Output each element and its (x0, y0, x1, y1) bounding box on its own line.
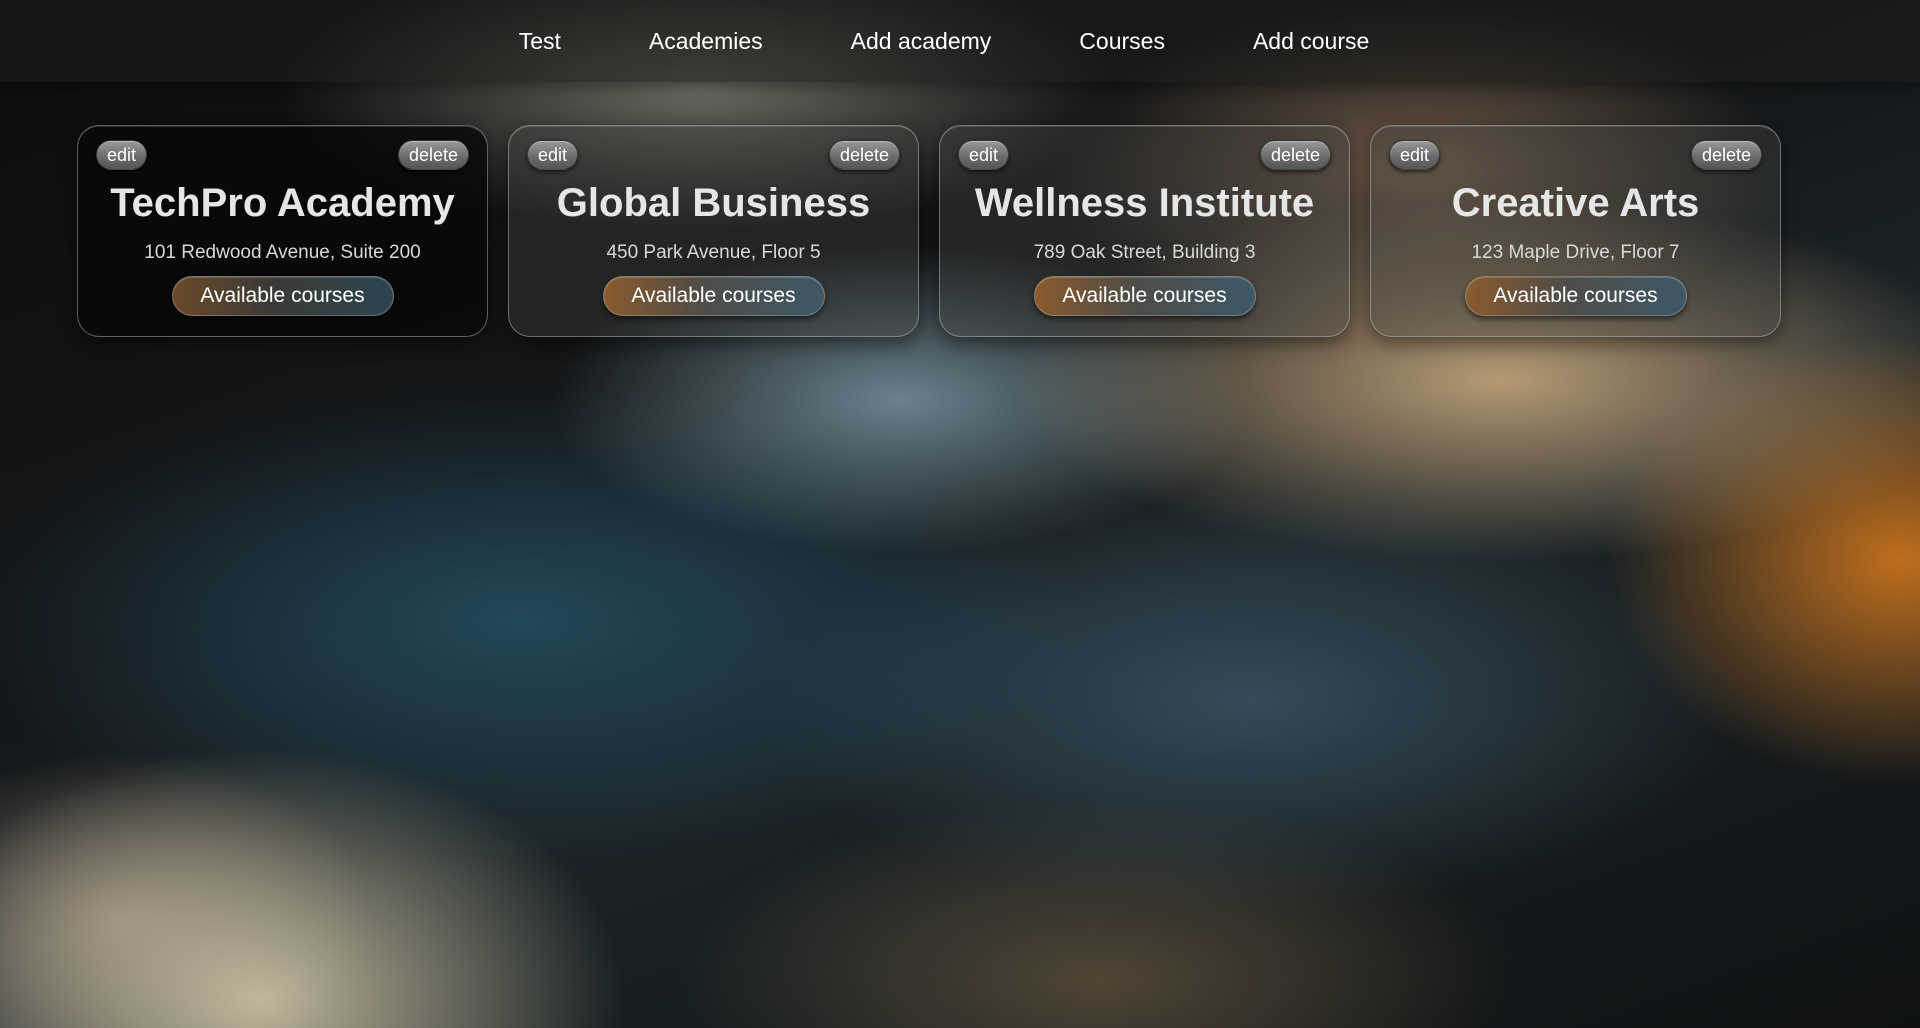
academy-name: TechPro Academy (110, 181, 455, 225)
main-nav: Test Academies Add academy Courses Add c… (475, 28, 1414, 55)
academy-card-list: edit delete TechPro Academy 101 Redwood … (77, 125, 1781, 337)
academy-address: 101 Redwood Avenue, Suite 200 (144, 242, 421, 263)
delete-button[interactable]: delete (1690, 140, 1762, 170)
academy-name: Global Business (556, 181, 871, 225)
academy-address: 450 Park Avenue, Floor 5 (606, 242, 821, 263)
academy-card: edit delete Global Business 450 Park Ave… (508, 125, 919, 337)
delete-button[interactable]: delete (828, 140, 900, 170)
available-courses-button[interactable]: Available courses (1033, 276, 1256, 316)
nav-link-add-academy[interactable]: Add academy (807, 28, 1036, 55)
delete-button[interactable]: delete (397, 140, 469, 170)
edit-button[interactable]: edit (527, 140, 579, 170)
academy-card: edit delete Wellness Institute 789 Oak S… (939, 125, 1350, 337)
available-courses-button[interactable]: Available courses (171, 276, 394, 316)
edit-button[interactable]: edit (958, 140, 1010, 170)
academy-address: 789 Oak Street, Building 3 (1033, 242, 1256, 263)
academy-name: Creative Arts (1451, 181, 1700, 225)
academy-card: edit delete Creative Arts 123 Maple Driv… (1370, 125, 1781, 337)
academy-address: 123 Maple Drive, Floor 7 (1471, 242, 1680, 263)
delete-button[interactable]: delete (1259, 140, 1331, 170)
top-navigation-bar: Test Academies Add academy Courses Add c… (0, 0, 1920, 82)
nav-link-test[interactable]: Test (475, 28, 605, 55)
nav-link-add-course[interactable]: Add course (1209, 28, 1413, 55)
available-courses-button[interactable]: Available courses (602, 276, 825, 316)
academy-name: Wellness Institute (974, 181, 1315, 225)
nav-link-academies[interactable]: Academies (605, 28, 807, 55)
academy-card: edit delete TechPro Academy 101 Redwood … (77, 125, 488, 337)
edit-button[interactable]: edit (96, 140, 148, 170)
available-courses-button[interactable]: Available courses (1464, 276, 1687, 316)
edit-button[interactable]: edit (1389, 140, 1441, 170)
nav-link-courses[interactable]: Courses (1035, 28, 1209, 55)
